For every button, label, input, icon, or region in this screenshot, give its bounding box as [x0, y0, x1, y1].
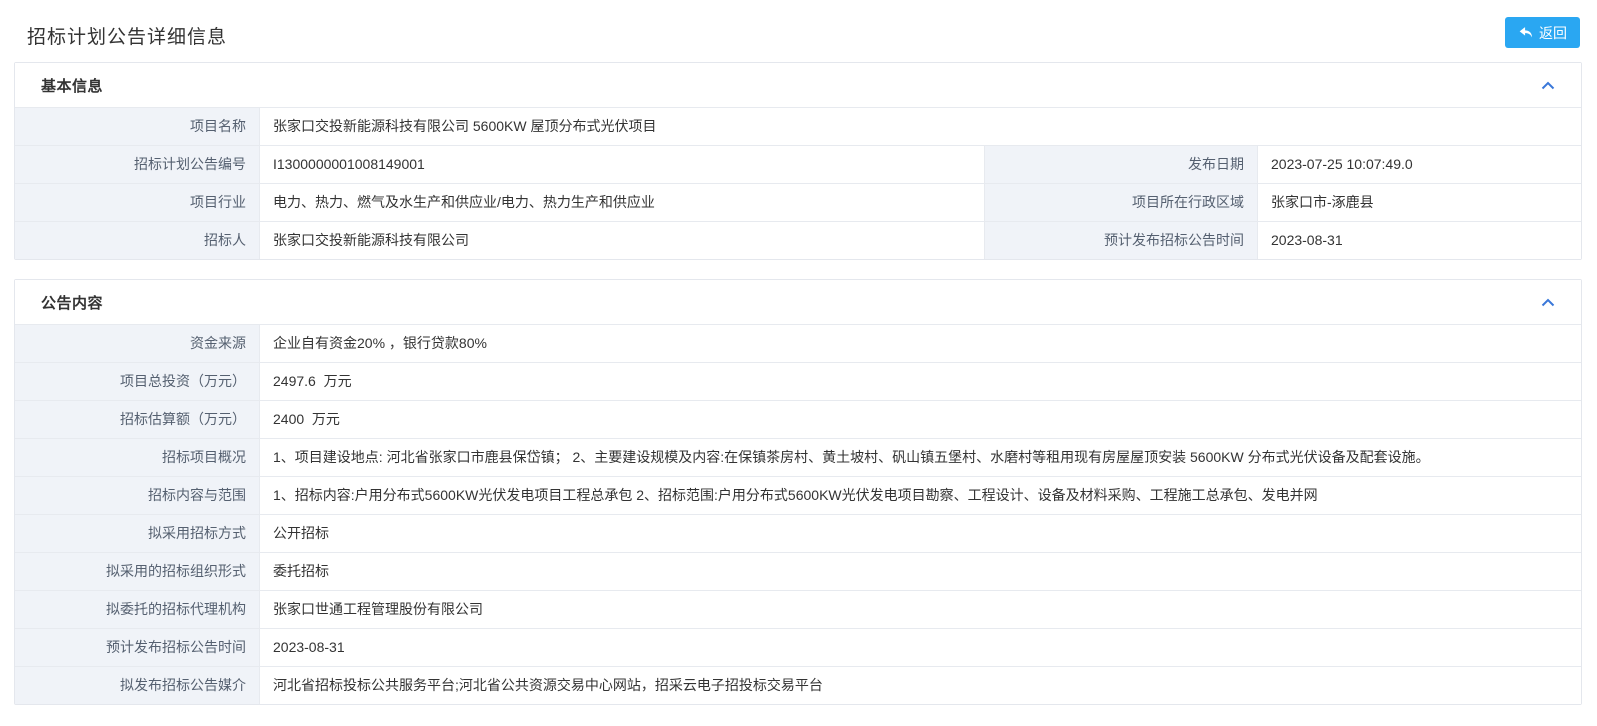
field-value: 2497.6 万元 — [259, 363, 1581, 400]
chevron-up-icon[interactable] — [1541, 81, 1555, 90]
field-label: 项目所在行政区域 — [984, 184, 1257, 221]
field-label: 发布日期 — [984, 146, 1257, 183]
back-button-label: 返回 — [1539, 23, 1567, 43]
field-label: 项目名称 — [15, 108, 259, 145]
field-label: 招标内容与范围 — [15, 477, 259, 514]
field-value: 2023-08-31 — [1257, 222, 1581, 259]
field-value: 企业自有资金20% ，银行贷款80% — [259, 325, 1581, 362]
field-value: 1、招标内容:户用分布式5600KW光伏发电项目工程总承包 2、招标范围:户用分… — [259, 477, 1581, 514]
field-label: 招标估算额（万元） — [15, 401, 259, 438]
field-label: 项目行业 — [15, 184, 259, 221]
field-value: 电力、热力、燃气及水生产和供应业/电力、热力生产和供应业 — [259, 184, 984, 221]
table-row: 资金来源 企业自有资金20% ，银行贷款80% — [15, 324, 1581, 362]
back-arrow-icon — [1518, 26, 1533, 39]
table-row: 项目行业 电力、热力、燃气及水生产和供应业/电力、热力生产和供应业 项目所在行政… — [15, 183, 1581, 221]
page-title: 招标计划公告详细信息 — [27, 22, 227, 49]
field-value: I1300000001008149001 — [259, 146, 984, 183]
section-announcement-content: 公告内容 资金来源 企业自有资金20% ，银行贷款80% 项目总投资（万元） 2… — [14, 279, 1582, 705]
table-row: 预计发布招标公告时间 2023-08-31 — [15, 628, 1581, 666]
field-value: 委托招标 — [259, 553, 1581, 590]
field-label: 拟采用的招标组织形式 — [15, 553, 259, 590]
table-row: 拟委托的招标代理机构 张家口世通工程管理股份有限公司 — [15, 590, 1581, 628]
field-label: 招标计划公告编号 — [15, 146, 259, 183]
field-label: 项目总投资（万元） — [15, 363, 259, 400]
section-title: 基本信息 — [41, 75, 103, 96]
field-label: 招标项目概况 — [15, 439, 259, 476]
field-label: 资金来源 — [15, 325, 259, 362]
section-announcement-content-header[interactable]: 公告内容 — [15, 280, 1581, 324]
table-row: 拟发布招标公告媒介 河北省招标投标公共服务平台;河北省公共资源交易中心网站，招采… — [15, 666, 1581, 704]
table-row: 拟采用招标方式 公开招标 — [15, 514, 1581, 552]
table-row: 项目总投资（万元） 2497.6 万元 — [15, 362, 1581, 400]
field-label: 拟采用招标方式 — [15, 515, 259, 552]
table-row: 招标项目概况 1、项目建设地点: 河北省张家口市鹿县保岱镇； 2、主要建设规模及… — [15, 438, 1581, 476]
chevron-up-icon[interactable] — [1541, 298, 1555, 307]
table-row: 拟采用的招标组织形式 委托招标 — [15, 552, 1581, 590]
field-value: 1、项目建设地点: 河北省张家口市鹿县保岱镇； 2、主要建设规模及内容:在保镇茶… — [259, 439, 1581, 476]
top-bar: 招标计划公告详细信息 返回 — [0, 0, 1597, 62]
field-value: 2023-07-25 10:07:49.0 — [1257, 146, 1581, 183]
table-row: 项目名称 张家口交投新能源科技有限公司 5600KW 屋顶分布式光伏项目 — [15, 107, 1581, 145]
field-label: 预计发布招标公告时间 — [984, 222, 1257, 259]
field-value: 张家口交投新能源科技有限公司 5600KW 屋顶分布式光伏项目 — [259, 108, 1581, 145]
section-basic-info: 基本信息 项目名称 张家口交投新能源科技有限公司 5600KW 屋顶分布式光伏项… — [14, 62, 1582, 260]
field-value: 张家口世通工程管理股份有限公司 — [259, 591, 1581, 628]
field-value: 2400 万元 — [259, 401, 1581, 438]
field-label: 预计发布招标公告时间 — [15, 629, 259, 666]
field-label: 拟委托的招标代理机构 — [15, 591, 259, 628]
field-value: 张家口交投新能源科技有限公司 — [259, 222, 984, 259]
field-value: 张家口市-涿鹿县 — [1257, 184, 1581, 221]
section-basic-info-header[interactable]: 基本信息 — [15, 63, 1581, 107]
table-row: 招标内容与范围 1、招标内容:户用分布式5600KW光伏发电项目工程总承包 2、… — [15, 476, 1581, 514]
table-row: 招标计划公告编号 I1300000001008149001 发布日期 2023-… — [15, 145, 1581, 183]
field-label: 拟发布招标公告媒介 — [15, 667, 259, 704]
table-row: 招标估算额（万元） 2400 万元 — [15, 400, 1581, 438]
back-button[interactable]: 返回 — [1505, 17, 1580, 48]
field-value: 河北省招标投标公共服务平台;河北省公共资源交易中心网站，招采云电子招投标交易平台 — [259, 667, 1581, 704]
section-title: 公告内容 — [41, 292, 103, 313]
field-value: 公开招标 — [259, 515, 1581, 552]
table-row: 招标人 张家口交投新能源科技有限公司 预计发布招标公告时间 2023-08-31 — [15, 221, 1581, 259]
field-value: 2023-08-31 — [259, 629, 1581, 666]
field-label: 招标人 — [15, 222, 259, 259]
